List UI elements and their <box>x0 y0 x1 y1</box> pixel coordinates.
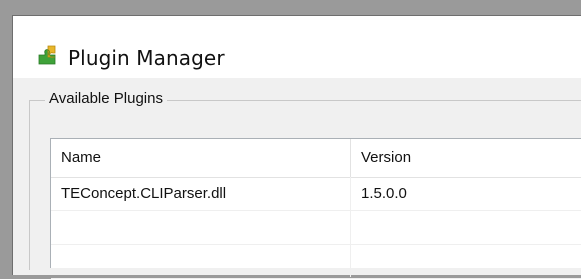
table-row[interactable]: TEConcept.CLIParser.dll 1.5.0.0 <box>51 177 581 211</box>
plugin-version-cell: 1.5.0.0 <box>361 185 407 202</box>
column-header-version[interactable]: Version <box>361 139 411 177</box>
plugins-list-view[interactable]: Name Version TEConcept.CLIParser.dll 1.5… <box>50 138 581 279</box>
column-header-name[interactable]: Name <box>61 139 101 177</box>
table-row[interactable] <box>51 211 581 245</box>
plugin-name-cell: TEConcept.CLIParser.dll <box>61 185 227 202</box>
puzzle-piece-icon <box>37 44 59 66</box>
list-header: Name Version <box>51 139 581 178</box>
table-row[interactable] <box>51 245 581 279</box>
group-legend: Available Plugins <box>45 90 167 107</box>
column-divider[interactable] <box>350 139 351 177</box>
window-title: Plugin Manager <box>68 46 225 70</box>
column-gridline <box>350 177 351 277</box>
title-bar[interactable]: Plugin Manager <box>13 16 581 78</box>
